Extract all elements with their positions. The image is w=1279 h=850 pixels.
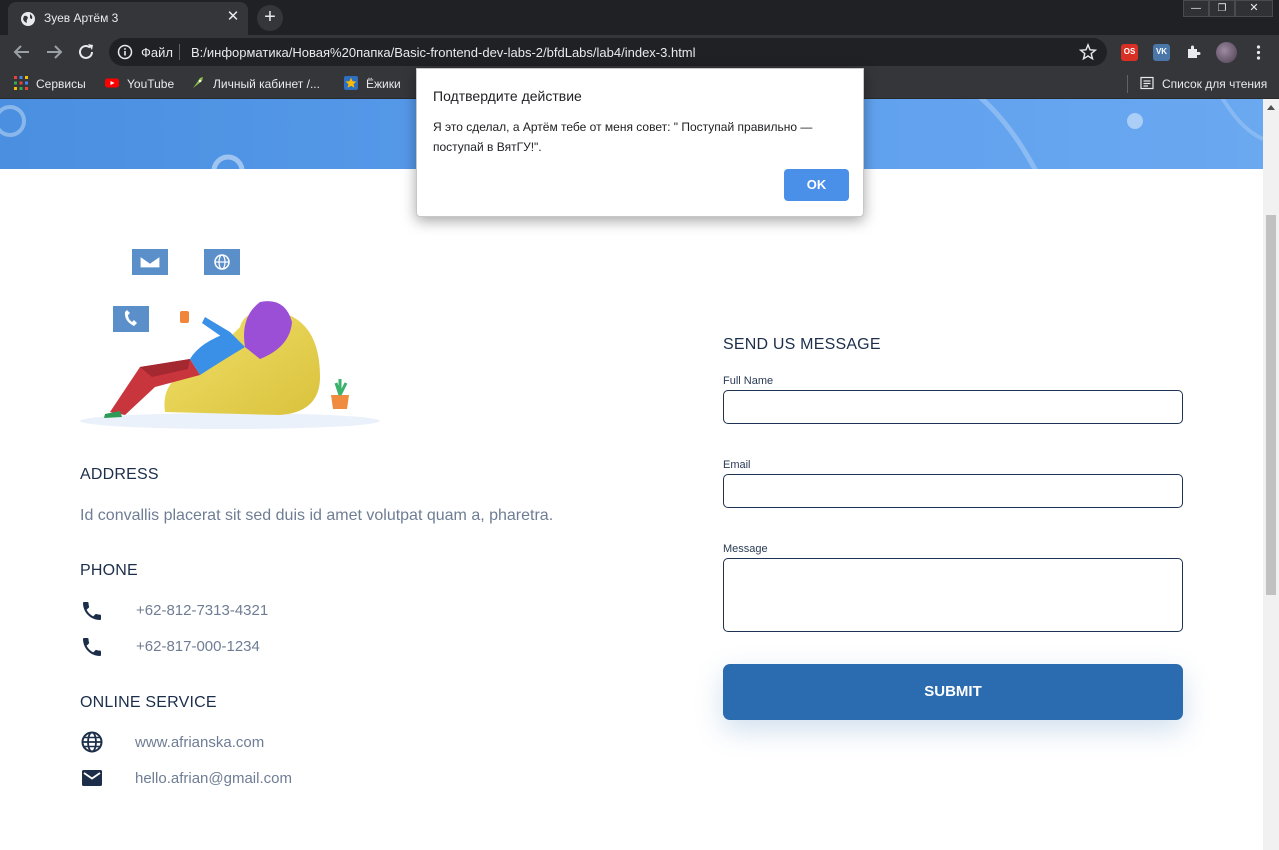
bookmark-youtube[interactable]: YouTube <box>105 76 174 92</box>
phone-number-2[interactable]: +62-817-000-1234 <box>136 638 260 655</box>
browser-tab[interactable]: Зуев Артём 3 ✕ <box>8 2 248 35</box>
scheme-label: Файл <box>141 45 173 60</box>
message-textarea[interactable] <box>723 558 1183 632</box>
phone-title: PHONE <box>80 562 138 579</box>
address-title: ADDRESS <box>80 466 159 483</box>
omnibox-divider <box>179 44 180 60</box>
form-title: SEND US MESSAGE <box>723 336 881 353</box>
apps-grid-icon <box>14 76 28 90</box>
email-link[interactable]: hello.afrian@gmail.com <box>135 770 292 787</box>
info-icon[interactable] <box>117 44 133 60</box>
minimize-button[interactable]: — <box>1183 0 1209 17</box>
menu-kebab-icon[interactable] <box>1250 44 1267 61</box>
email-label: Email <box>723 459 751 471</box>
dialog-ok-button[interactable]: OK <box>784 169 849 201</box>
plus-icon: + <box>264 6 276 28</box>
phone-number-1[interactable]: +62-812-7313-4321 <box>136 602 268 619</box>
dialog-message: Я это сделал, а Артём тебе от меня совет… <box>433 120 813 154</box>
globe-icon <box>81 731 103 753</box>
page-scrollbar[interactable] <box>1263 99 1279 850</box>
bookmark-hedgehogs[interactable]: Ёжики <box>344 76 401 92</box>
reading-list-icon <box>1140 76 1154 90</box>
browser-toolbar: Файл B:/информатика/Новая%20папка/Basic-… <box>0 35 1279 69</box>
website-link[interactable]: www.afrianska.com <box>135 734 264 751</box>
forward-arrow-icon[interactable] <box>42 40 66 64</box>
bookmark-cabinet[interactable]: Личный кабинет /... <box>191 76 320 92</box>
full-name-field[interactable] <box>723 390 1183 424</box>
tab-title: Зуев Артём 3 <box>44 11 119 25</box>
globe-icon <box>21 12 35 26</box>
phone-icon <box>83 602 101 620</box>
url-text[interactable]: B:/информатика/Новая%20папка/Basic-front… <box>191 45 696 60</box>
bookmark-label: Личный кабинет /... <box>213 77 320 91</box>
online-service-title: ONLINE SERVICE <box>80 694 217 711</box>
phone-icon <box>113 306 149 332</box>
close-icon: ✕ <box>1249 2 1259 14</box>
rocket-icon <box>193 77 203 88</box>
contact-illustration <box>80 249 380 429</box>
minimize-icon: — <box>1191 3 1201 14</box>
confirm-dialog: Подтвердите действие Я это сделал, а Арт… <box>416 68 864 217</box>
restore-icon: ❐ <box>1217 3 1227 14</box>
new-tab-button[interactable]: + <box>257 5 283 31</box>
full-name-label: Full Name <box>723 375 774 387</box>
close-window-button[interactable]: ✕ <box>1235 0 1273 17</box>
youtube-icon <box>105 78 119 88</box>
bookmark-services[interactable]: Сервисы <box>14 76 86 92</box>
star-badge-icon <box>344 76 358 90</box>
email-field[interactable] <box>723 474 1183 508</box>
bookmark-star-icon[interactable] <box>1079 43 1097 61</box>
mail-icon <box>132 249 168 275</box>
extensions-puzzle-icon[interactable] <box>1185 44 1202 61</box>
message-label: Message <box>723 543 768 555</box>
dialog-title: Подтвердите действие <box>433 88 582 104</box>
bookmark-label: Ёжики <box>366 77 401 91</box>
reading-list-label: Список для чтения <box>1162 77 1268 91</box>
restore-button[interactable]: ❐ <box>1209 0 1235 17</box>
scrollbar-thumb[interactable] <box>1266 215 1276 595</box>
extension-ok-icon[interactable]: OS <box>1121 44 1138 61</box>
profile-avatar[interactable] <box>1216 42 1237 63</box>
mail-icon <box>82 770 102 786</box>
vk-icon[interactable]: VK <box>1153 44 1170 61</box>
reload-icon[interactable] <box>74 40 98 64</box>
bookmark-label: YouTube <box>127 77 175 91</box>
address-text: Id convallis placerat sit sed duis id am… <box>80 507 554 524</box>
back-arrow-icon[interactable] <box>10 40 34 64</box>
submit-button[interactable]: SUBMIT <box>723 664 1183 720</box>
browser-titlebar: Зуев Артём 3 ✕ + — ❐ ✕ <box>0 0 1279 35</box>
scroll-up-arrow-icon[interactable] <box>1267 105 1275 110</box>
phone-icon <box>83 638 101 656</box>
bookmark-label: Сервисы <box>36 77 86 91</box>
address-bar[interactable]: Файл B:/информатика/Новая%20папка/Basic-… <box>109 38 1107 66</box>
tab-close-icon[interactable]: ✕ <box>224 8 242 26</box>
reading-list-button[interactable]: Список для чтения <box>1127 75 1267 93</box>
